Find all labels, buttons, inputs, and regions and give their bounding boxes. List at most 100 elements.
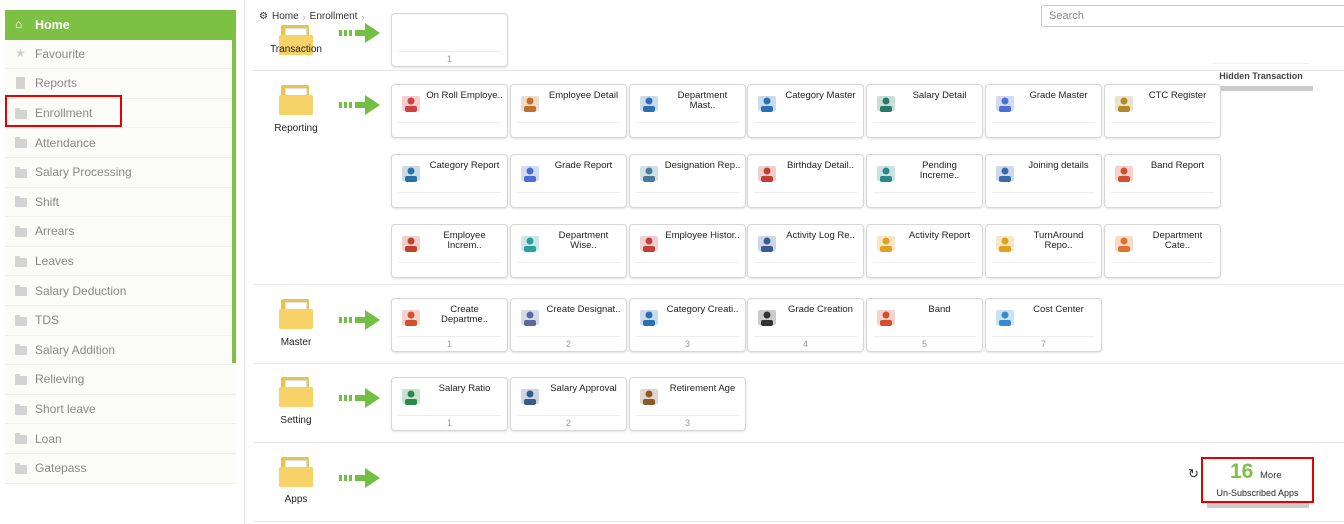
tile-employee-detail[interactable]: Employee Detail — [510, 84, 627, 138]
sidebar-item-attendance[interactable]: Attendance — [5, 128, 236, 158]
tile-divider — [873, 336, 976, 337]
more-apps-shadow — [1207, 503, 1309, 508]
tile-salary-approval[interactable]: Salary Approval 2 — [510, 377, 627, 431]
section-label-apps: Apps — [284, 494, 308, 505]
tile-activity-log[interactable]: Activity Log Re.. — [747, 224, 864, 278]
section-label-setting: Setting — [280, 415, 312, 426]
tile-category-creation[interactable]: Category Creati.. 3 — [629, 298, 746, 352]
tile-number: 3 — [684, 339, 690, 349]
tile-divider — [636, 415, 739, 416]
birthday-icon — [758, 166, 776, 182]
tile-salary-ratio[interactable]: Salary Ratio 1 — [391, 377, 508, 431]
sidebar-item-loan[interactable]: Loan — [5, 424, 236, 454]
tile-band[interactable]: Band Report — [1104, 154, 1221, 208]
activity-report-icon — [877, 236, 895, 252]
breadcrumb-separator-icon: › — [302, 11, 306, 22]
tile-department[interactable]: Department Mast.. — [629, 84, 746, 138]
tile-band[interactable]: Band 5 — [866, 298, 983, 352]
tile-cost-center[interactable]: Cost Center 7 — [985, 298, 1102, 352]
breadcrumb-current[interactable]: Enrollment — [310, 11, 358, 22]
create-designation-icon — [521, 310, 539, 326]
tile-label: Department Wise.. — [558, 230, 609, 251]
sidebar-item-tds[interactable]: TDS — [5, 305, 236, 336]
unsubscribed-apps-button[interactable]: 16 More Un-Subscribed Apps — [1201, 457, 1314, 503]
tile-divider — [517, 122, 620, 123]
tile-label: Employee Increm.. — [443, 230, 486, 251]
tile-category-report[interactable]: Category Report — [391, 154, 508, 208]
dashboard-icon: ⚙ — [259, 11, 268, 22]
arrow-right-icon — [339, 310, 381, 330]
tile-create-designation[interactable]: Create Designat.. 2 — [510, 298, 627, 352]
tile-history[interactable]: Employee Histor.. — [629, 224, 746, 278]
tile-department-wise[interactable]: Department Wise.. — [510, 224, 627, 278]
sidebar-item-label: Leaves — [35, 254, 74, 269]
tile-activity-report[interactable]: Activity Report — [866, 224, 983, 278]
tile-grade-creation[interactable]: Grade Creation 4 — [747, 298, 864, 352]
tile-increment[interactable]: Pending Increme.. — [866, 154, 983, 208]
tile-ctc[interactable]: CTC Register — [1104, 84, 1221, 138]
tile-turnaround[interactable]: TurnAround Repo.. — [985, 224, 1102, 278]
sidebar-item-home[interactable]: ⌂ Home — [5, 10, 236, 40]
tile-birthday[interactable]: Birthday Detail.. — [747, 154, 864, 208]
sidebar-item-salary-deduction[interactable]: Salary Deduction — [5, 276, 236, 306]
tile-divider — [636, 336, 739, 337]
sidebar-item-arrears[interactable]: Arrears — [5, 217, 236, 247]
tile-divider — [1111, 192, 1214, 193]
category-report-icon — [402, 166, 420, 182]
tile-grade[interactable]: Grade Master — [985, 84, 1102, 138]
band-icon — [1115, 166, 1133, 182]
sidebar-item-salary-addition[interactable]: Salary Addition — [5, 335, 236, 366]
sidebar-item-gatepass[interactable]: Gatepass — [5, 453, 236, 484]
more-apps-label: More — [1260, 470, 1282, 481]
tile-label: Grade Report — [554, 160, 613, 171]
tile-label: Retirement Age — [669, 383, 736, 394]
tile-designation[interactable]: Designation Rep.. — [629, 154, 746, 208]
search-input[interactable]: Search — [1041, 5, 1344, 27]
arrow-right-icon — [339, 388, 381, 408]
sidebar-item-label: Shift — [35, 194, 60, 209]
tile-salary[interactable]: Salary Detail — [866, 84, 983, 138]
employee-icon — [402, 96, 420, 112]
tile-divider — [398, 122, 501, 123]
tile-number: 1 — [446, 339, 452, 349]
sidebar-item-shift[interactable]: Shift — [5, 187, 236, 218]
tile-label: Cost Center — [1033, 304, 1084, 315]
breadcrumb-home[interactable]: Home — [272, 11, 299, 22]
section-master: Master Create Departme.. 1 Create Designat.… — [253, 285, 1344, 364]
sidebar-menu: ⌂ Home ★ Favourite Reports Enrollment Attendan… — [5, 10, 236, 484]
tile-grade-report[interactable]: Grade Report — [510, 154, 627, 208]
tile-label: Activity Log Re.. — [786, 230, 855, 241]
refresh-icon[interactable]: ↻ — [1188, 466, 1199, 482]
tile-divider — [517, 415, 620, 416]
tile-label: Designation Rep.. — [664, 160, 741, 171]
tile-category[interactable]: Category Master — [747, 84, 864, 138]
sidebar-item-relieving[interactable]: Relieving — [5, 365, 236, 395]
tile-label: Pending Increme.. — [919, 160, 960, 181]
sidebar-item-label: Arrears — [35, 224, 75, 239]
tile-label: Salary Ratio — [438, 383, 491, 394]
tile-employee[interactable]: On Roll Employe.. — [391, 84, 508, 138]
tile-create-department[interactable]: Create Departme.. 1 — [391, 298, 508, 352]
sidebar-item-favourite[interactable]: ★ Favourite — [5, 39, 236, 70]
tile-divider — [1111, 122, 1214, 123]
transaction-tile[interactable]: 1 — [391, 13, 508, 67]
sidebar-item-short-leave[interactable]: Short leave — [5, 394, 236, 425]
employee-detail-icon — [521, 96, 539, 112]
tile-retirement[interactable]: Retirement Age 3 — [629, 377, 746, 431]
tile-label: Grade Master — [1029, 90, 1088, 101]
sidebar-item-leaves[interactable]: Leaves — [5, 246, 236, 277]
tile-joining[interactable]: Joining details — [985, 154, 1102, 208]
tile-label: Birthday Detail.. — [786, 160, 855, 171]
tile-number: 2 — [565, 339, 571, 349]
tile-department-category[interactable]: Department Cate.. — [1104, 224, 1221, 278]
tile-divider — [636, 262, 739, 263]
tile-label: Band Report — [1150, 160, 1205, 171]
folder-icon — [15, 196, 27, 208]
folder-icon — [279, 457, 313, 487]
folder-icon — [15, 462, 27, 474]
category-creation-icon — [640, 310, 658, 326]
sidebar-item-label: Salary Deduction — [35, 283, 127, 298]
department-icon — [640, 96, 658, 112]
sidebar-item-salary-processing[interactable]: Salary Processing — [5, 157, 236, 188]
tile-employee-increment[interactable]: Employee Increm.. — [391, 224, 508, 278]
